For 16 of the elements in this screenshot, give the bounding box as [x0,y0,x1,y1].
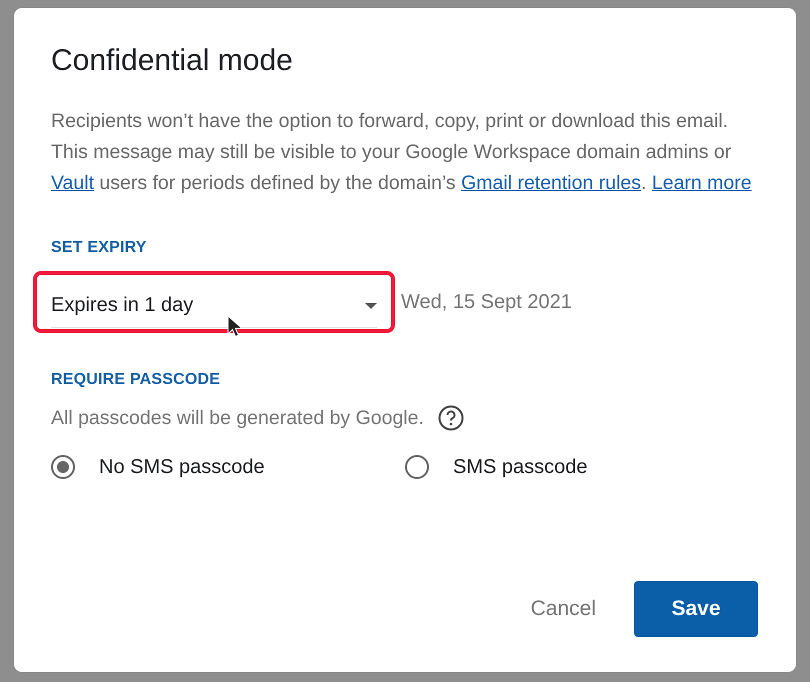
help-icon[interactable] [438,405,464,431]
dialog-title: Confidential mode [51,44,294,78]
link[interactable]: Gmail retention rules [461,172,642,194]
section-heading: REQUIRE PASSCODE [51,371,222,389]
section-heading: SET EXPIRY [51,239,148,257]
radio-option[interactable]: SMS passcode [405,455,759,479]
radio-option[interactable]: No SMS passcode [51,455,405,479]
save-button[interactable]: Save [634,581,758,637]
link[interactable]: Vault [51,172,94,194]
link[interactable]: Learn more [652,172,752,194]
note-text: All passcodes will be generated by Google. [51,406,424,430]
caret-icon [365,302,377,308]
description-text: Recipients won’t have the option to forward, copy, print or download this email. This message may still be visible to your Google Workspace domain admins or Vault users for periods defined by the domain’s Gmail retention rules. Learn more [51,109,753,196]
mouse-pointer-icon [227,315,243,339]
cancel-button[interactable]: Cancel [530,581,596,637]
expiry-date: Wed, 15 Sept 2021 [401,290,572,314]
